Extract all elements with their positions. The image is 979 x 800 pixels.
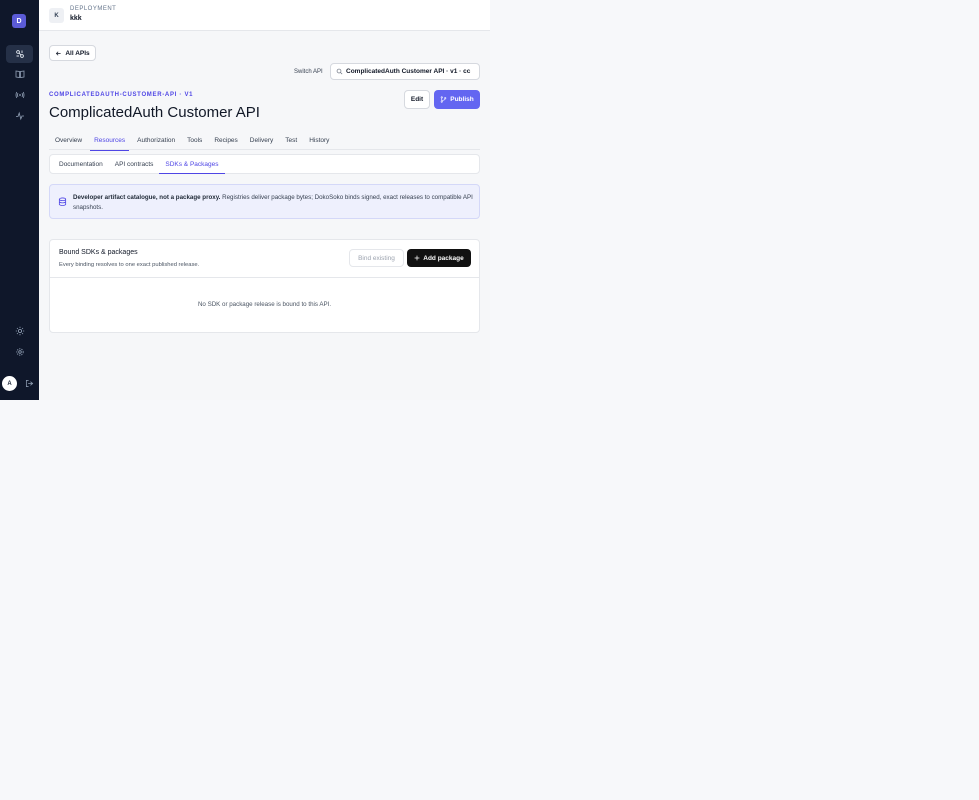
switch-api-value: ComplicatedAuth Customer API · v1 · cc	[346, 68, 471, 75]
bound-packages-card: Bound SDKs & packages Every binding reso…	[49, 239, 480, 333]
logout-button[interactable]	[21, 374, 37, 392]
bind-existing-label: Bind existing	[358, 254, 395, 262]
publish-button[interactable]: Publish	[434, 90, 480, 109]
plus-icon	[414, 255, 420, 261]
tab-overview[interactable]: Overview	[49, 131, 88, 150]
tab-recipes[interactable]: Recipes	[208, 131, 243, 150]
gear-icon	[15, 348, 24, 356]
tab-authorization[interactable]: Authorization	[131, 131, 181, 150]
sun-icon	[15, 326, 24, 336]
settings-button[interactable]	[6, 343, 33, 361]
app-window: D A K DEPLOYMENT kkk All APIs Switch API…	[0, 0, 490, 400]
arrow-left-icon	[56, 51, 61, 55]
all-apis-label: All APIs	[65, 49, 90, 57]
add-package-label: Add package	[423, 254, 464, 262]
switch-api-select[interactable]: ComplicatedAuth Customer API · v1 · cc	[330, 63, 480, 80]
subtab-documentation[interactable]: Documentation	[53, 155, 109, 173]
tab-delivery[interactable]: Delivery	[244, 131, 279, 150]
sidebar-item-docs[interactable]	[6, 65, 33, 83]
apis-icon	[15, 50, 24, 58]
activity-icon	[15, 111, 24, 121]
branch-icon	[440, 96, 447, 103]
theme-toggle-button[interactable]	[6, 322, 33, 340]
primary-tabs: Overview Resources Authorization Tools Recip…	[49, 131, 480, 151]
logout-icon	[25, 379, 33, 387]
avatar[interactable]: A	[2, 376, 17, 391]
card-title: Bound SDKs & packages	[59, 249, 138, 256]
empty-state-text: No SDK or package release is bound to th…	[197, 301, 332, 308]
api-slug: COMPLICATEDAUTH-CUSTOMER-API · V1	[49, 92, 194, 98]
page-title: ComplicatedAuth Customer API	[49, 104, 260, 121]
subtab-sdks-packages[interactable]: SDKs & Packages	[159, 155, 225, 174]
tab-history[interactable]: History	[303, 131, 335, 150]
workspace-logo[interactable]: D	[12, 14, 26, 28]
banner-bold-text: Developer artifact catalogue, not a pack…	[73, 194, 221, 201]
info-banner: Developer artifact catalogue, not a pack…	[49, 184, 480, 219]
subtab-api-contracts[interactable]: API contracts	[109, 155, 160, 173]
sidebar-item-broadcast[interactable]	[6, 86, 33, 104]
tab-tools[interactable]: Tools	[181, 131, 208, 150]
bind-existing-button[interactable]: Bind existing	[349, 249, 404, 267]
add-package-button[interactable]: Add package	[407, 249, 471, 267]
sidebar-item-apis[interactable]	[6, 45, 33, 63]
main-content: All APIs Switch API ComplicatedAuth Cust…	[39, 31, 490, 400]
book-icon	[15, 70, 24, 78]
search-icon	[336, 68, 343, 75]
card-header: Bound SDKs & packages Every binding reso…	[50, 240, 479, 278]
edit-button[interactable]: Edit	[404, 90, 430, 109]
tab-test[interactable]: Test	[279, 131, 303, 150]
sidebar: D A	[0, 0, 39, 400]
sidebar-item-activity[interactable]	[6, 107, 33, 125]
all-apis-button[interactable]: All APIs	[49, 45, 96, 61]
banner-text: Developer artifact catalogue, not a pack…	[73, 193, 473, 213]
broadcast-icon	[15, 91, 24, 99]
deployment-name[interactable]: kkk	[70, 15, 82, 22]
top-bar: K DEPLOYMENT kkk	[39, 0, 490, 31]
deployment-kicker: DEPLOYMENT	[70, 6, 117, 12]
database-icon	[58, 197, 67, 207]
card-subtitle: Every binding resolves to one exact publ…	[59, 262, 200, 268]
deployment-badge[interactable]: K	[49, 8, 64, 23]
tab-resources[interactable]: Resources	[88, 131, 131, 151]
edit-label: Edit	[410, 96, 424, 103]
resource-subtabs: Documentation API contracts SDKs & Package…	[49, 154, 480, 174]
switch-api-label: Switch API	[294, 69, 323, 75]
publish-label: Publish	[450, 96, 474, 103]
